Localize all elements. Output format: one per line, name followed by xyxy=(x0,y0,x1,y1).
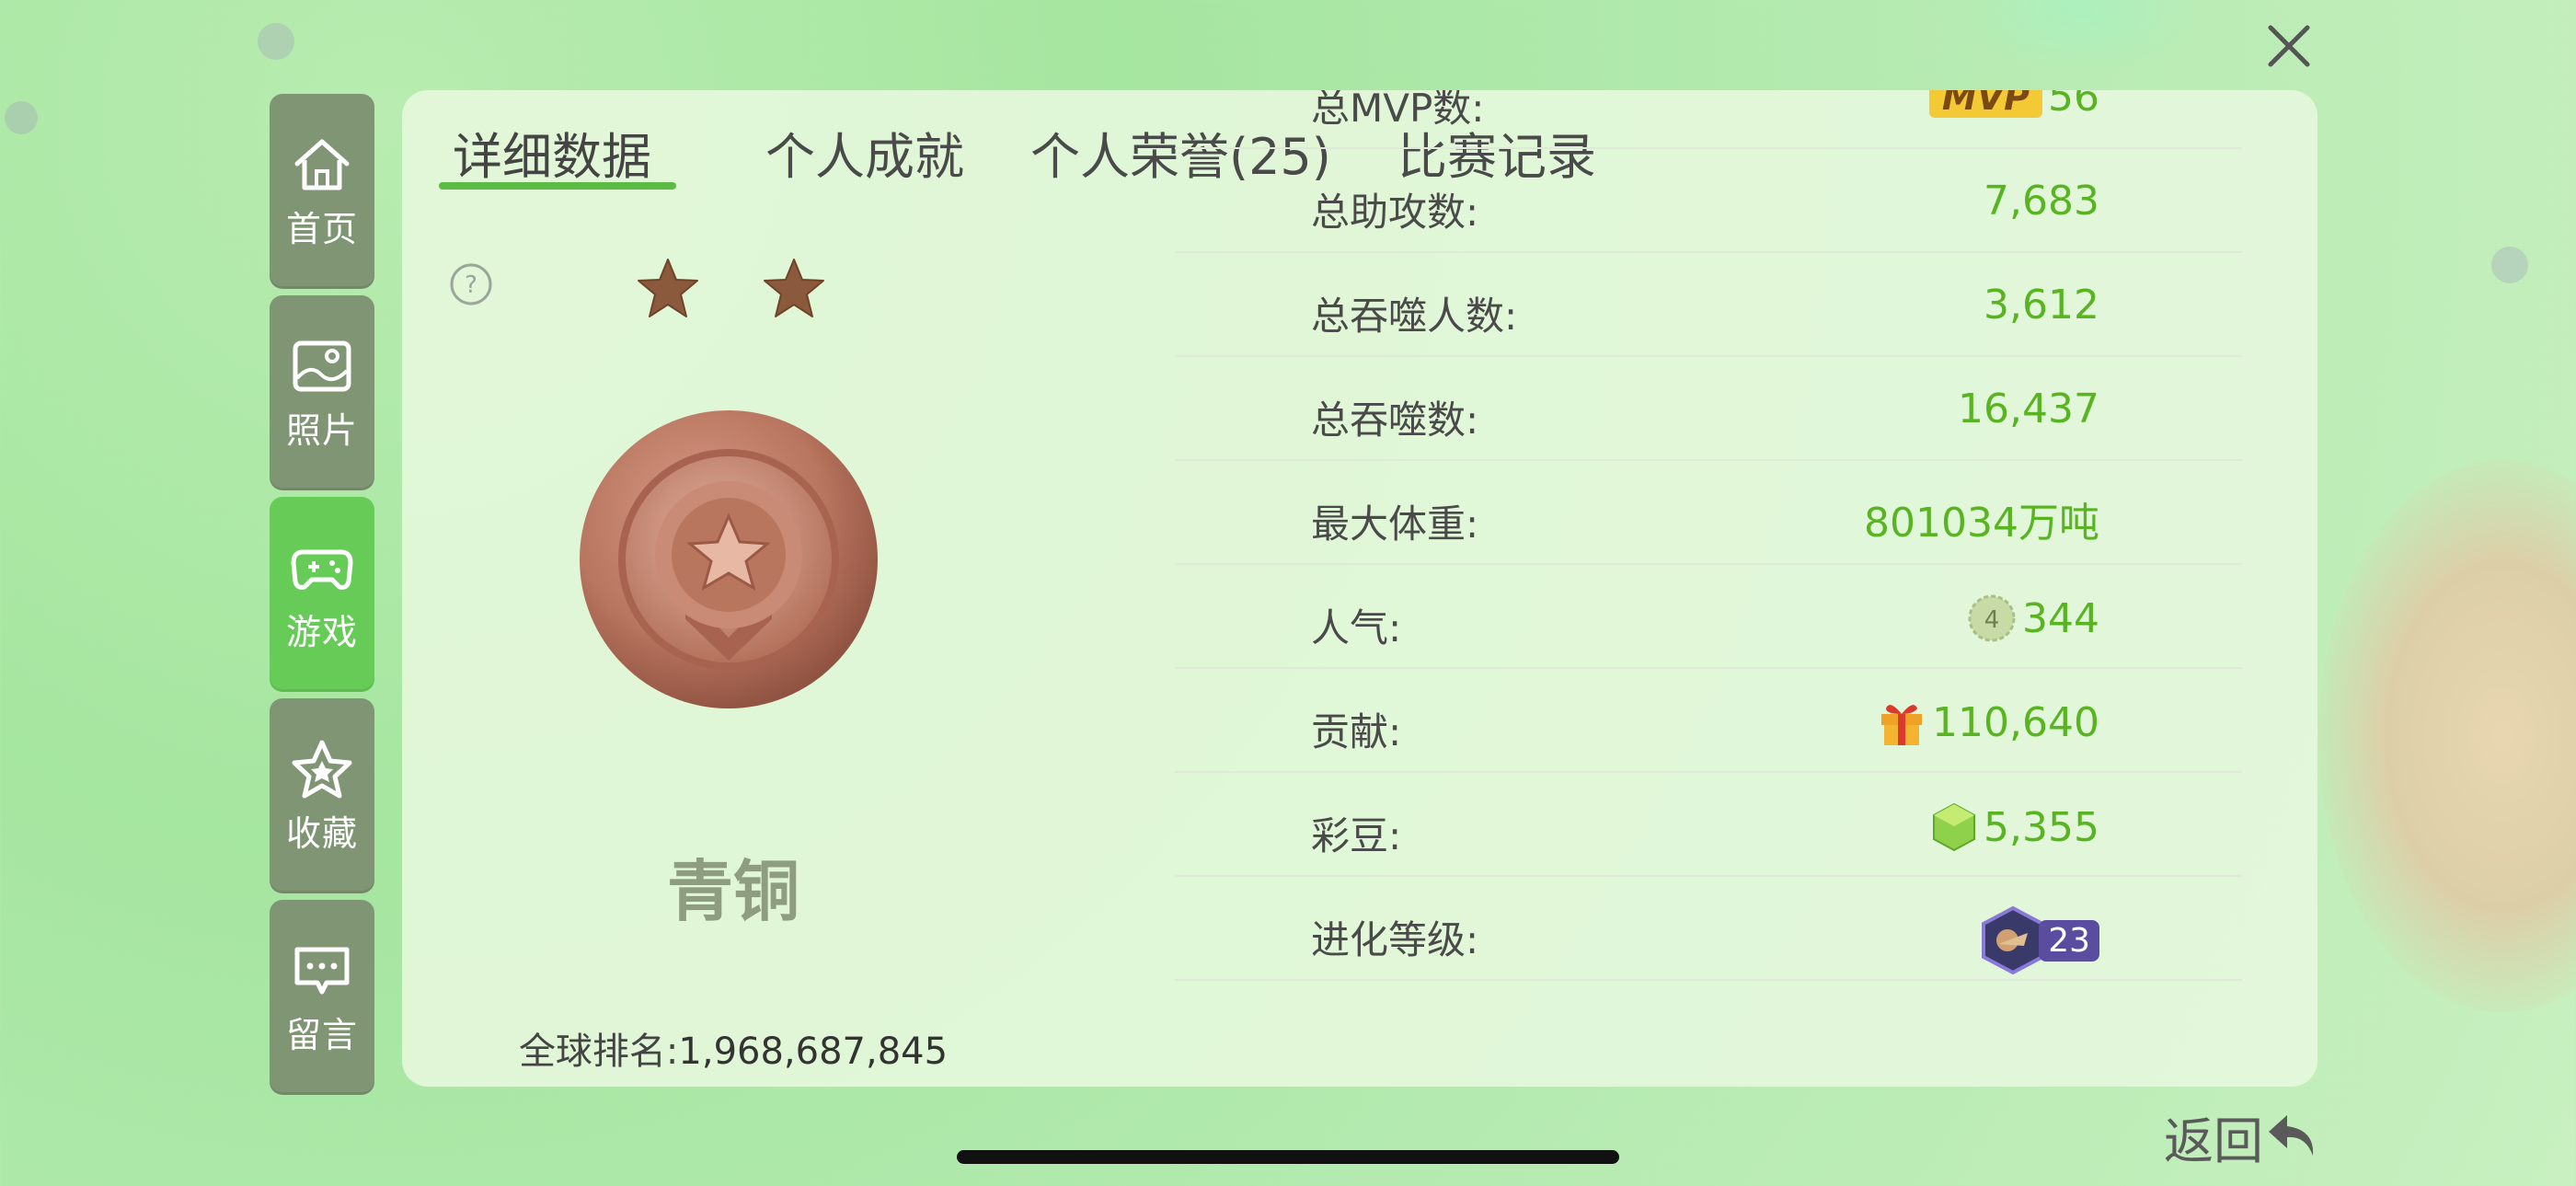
stat-label: 总吞噬数: xyxy=(1311,397,1479,443)
background-dot xyxy=(5,101,38,134)
active-tab-indicator xyxy=(439,182,676,190)
global-rank-label: 全球排名: xyxy=(518,1031,679,1073)
sidebar: 首页 照片 游戏 收藏 留言 xyxy=(270,94,374,1101)
sidebar-item-photo[interactable]: 照片 xyxy=(270,295,374,490)
sidebar-item-label: 首页 xyxy=(285,208,358,249)
stat-value: 110,640 xyxy=(1877,697,2099,747)
list-item: 彩豆: 5,355 xyxy=(1175,772,2242,877)
stat-value: 23 xyxy=(1980,905,2099,975)
stats-panel: 详细数据 个人成就 个人荣誉(25) 比赛记录 ? 青铜 全球排名:1,968,… xyxy=(402,90,2317,1087)
stat-label: 进化等级: xyxy=(1311,917,1479,962)
close-button[interactable] xyxy=(2261,18,2317,74)
bronze-medal-icon xyxy=(580,410,878,708)
back-button[interactable]: 返回 xyxy=(2164,1100,2322,1173)
popularity-level: 4 xyxy=(1984,606,2000,634)
stat-number: 344 xyxy=(2022,594,2099,642)
stat-number: 5,355 xyxy=(1984,803,2099,851)
list-item: 贡献: 110,640 xyxy=(1175,668,2242,773)
list-item: 总吞噬人数: 3,612 xyxy=(1175,252,2242,357)
home-indicator xyxy=(957,1150,1619,1164)
star-icon xyxy=(292,740,352,798)
evolution-badge-icon xyxy=(1982,905,2045,975)
stat-value: 5,355 xyxy=(1930,801,2099,853)
gift-icon xyxy=(1881,705,1923,745)
background-glow xyxy=(2318,460,2576,1012)
sidebar-item-label: 收藏 xyxy=(285,812,358,854)
stat-label: 总MVP数: xyxy=(1311,90,1485,131)
background-dot xyxy=(258,23,294,60)
message-icon xyxy=(294,947,350,994)
sidebar-item-game[interactable]: 游戏 xyxy=(270,497,374,692)
background-glow xyxy=(1950,0,2208,74)
tab-detailed-data[interactable]: 详细数据 xyxy=(453,116,651,189)
bean-icon xyxy=(1933,802,1976,852)
stats-list[interactable]: 总MVP数: MVP 56 总助攻数: 7,683 总吞噬人数: 3,612 总… xyxy=(1175,90,2242,1075)
stat-number: 56 xyxy=(2048,90,2099,121)
back-label: 返回 xyxy=(2164,1112,2263,1170)
list-item: 总吞噬数: 16,437 xyxy=(1175,356,2242,461)
close-icon xyxy=(2268,25,2310,67)
rank-name: 青铜 xyxy=(666,853,799,930)
rank-star-icon xyxy=(764,259,824,317)
sidebar-item-label: 留言 xyxy=(285,1014,358,1055)
list-item: 总MVP数: MVP 56 xyxy=(1175,90,2242,149)
sidebar-item-label: 照片 xyxy=(285,409,358,451)
stat-label: 总助攻数: xyxy=(1311,190,1479,235)
tab-achievements[interactable]: 个人成就 xyxy=(765,116,964,189)
stat-label: 贡献: xyxy=(1311,709,1402,754)
help-icon[interactable]: ? xyxy=(448,261,494,307)
global-rank: 全球排名:1,968,687,845 xyxy=(402,1021,1064,1075)
stat-value: 4 344 xyxy=(1967,593,2099,643)
mvp-badge-icon: MVP xyxy=(1928,90,2042,118)
stat-value: MVP 56 xyxy=(1928,90,2099,121)
global-rank-value: 1,968,687,845 xyxy=(678,1031,949,1073)
list-item: 最大体重: 801034万吨 xyxy=(1175,460,2242,565)
stat-label: 最大体重: xyxy=(1311,501,1479,547)
list-item: 进化等级: 23 xyxy=(1175,876,2242,981)
stat-value: 7,683 xyxy=(1984,178,2099,225)
home-icon xyxy=(294,139,350,190)
stat-value: 801034万吨 xyxy=(1864,500,2099,547)
list-item: 人气: 4 344 xyxy=(1175,564,2242,669)
svg-text:?: ? xyxy=(465,271,477,299)
stat-number: 110,640 xyxy=(1932,698,2099,746)
stat-value: 3,612 xyxy=(1984,282,2099,328)
list-item: 总助攻数: 7,683 xyxy=(1175,148,2242,253)
rank-star-icon xyxy=(638,259,698,317)
stat-label: 人气: xyxy=(1311,605,1402,651)
sidebar-item-home[interactable]: 首页 xyxy=(270,94,374,289)
photo-icon xyxy=(293,340,351,391)
sidebar-item-favorites[interactable]: 收藏 xyxy=(270,698,374,893)
background-dot xyxy=(2491,247,2528,283)
return-arrow-icon xyxy=(2269,1114,2314,1156)
stat-label: 彩豆: xyxy=(1311,813,1402,858)
stat-label: 总吞噬人数: xyxy=(1311,294,1518,339)
gamepad-icon xyxy=(291,549,353,590)
sidebar-item-label: 游戏 xyxy=(285,611,358,652)
sidebar-item-messages[interactable]: 留言 xyxy=(270,900,374,1095)
evolution-level: 23 xyxy=(2039,919,2099,961)
popularity-icon: 4 xyxy=(1968,594,2016,642)
stat-value: 16,437 xyxy=(1958,386,2099,432)
